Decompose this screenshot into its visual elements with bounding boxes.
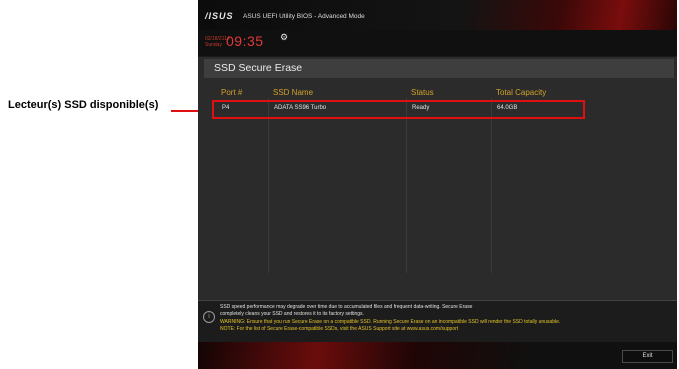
page-title: SSD Secure Erase (214, 62, 303, 74)
column-divider (268, 98, 269, 273)
bios-window: /ISUS ASUS UEFI Utility BIOS - Advanced … (198, 0, 677, 369)
cell-ssd-name: ADATA SS96 Turbo (274, 105, 327, 111)
gear-icon[interactable]: ⚙ (280, 32, 288, 43)
info-note: NOTE: For the list of Secure Erase-compa… (220, 326, 459, 332)
callout-label: Lecteur(s) SSD disponible(s) (8, 99, 159, 111)
info-line-1: SSD speed performance may degrade over t… (220, 304, 473, 310)
column-divider (491, 98, 492, 273)
time-bar (198, 30, 677, 56)
cell-status: Ready (412, 105, 430, 111)
column-header-port: Port # (221, 88, 243, 97)
bottom-bar (198, 342, 677, 369)
column-header-ssd-name: SSD Name (273, 88, 314, 97)
column-header-status: Status (411, 88, 434, 97)
cell-total-capacity: 64.0GB (497, 105, 518, 111)
exit-button[interactable]: Exit (622, 350, 673, 363)
info-warning: WARNING: Ensure that you run Secure Eras… (220, 319, 561, 325)
window-title: ASUS UEFI Utility BIOS - Advanced Mode (243, 13, 365, 20)
info-icon: i (203, 311, 215, 323)
clock: 09:35 (226, 33, 264, 49)
main-panel (198, 57, 677, 300)
info-line-2: completely cleans your SSD and restores … (220, 311, 364, 317)
asus-logo: /ISUS (205, 11, 234, 21)
column-divider (406, 98, 407, 273)
column-header-total-capacity: Total Capacity (496, 88, 547, 97)
ssd-row-selected[interactable] (212, 100, 585, 119)
cell-port: P4 (222, 105, 230, 111)
